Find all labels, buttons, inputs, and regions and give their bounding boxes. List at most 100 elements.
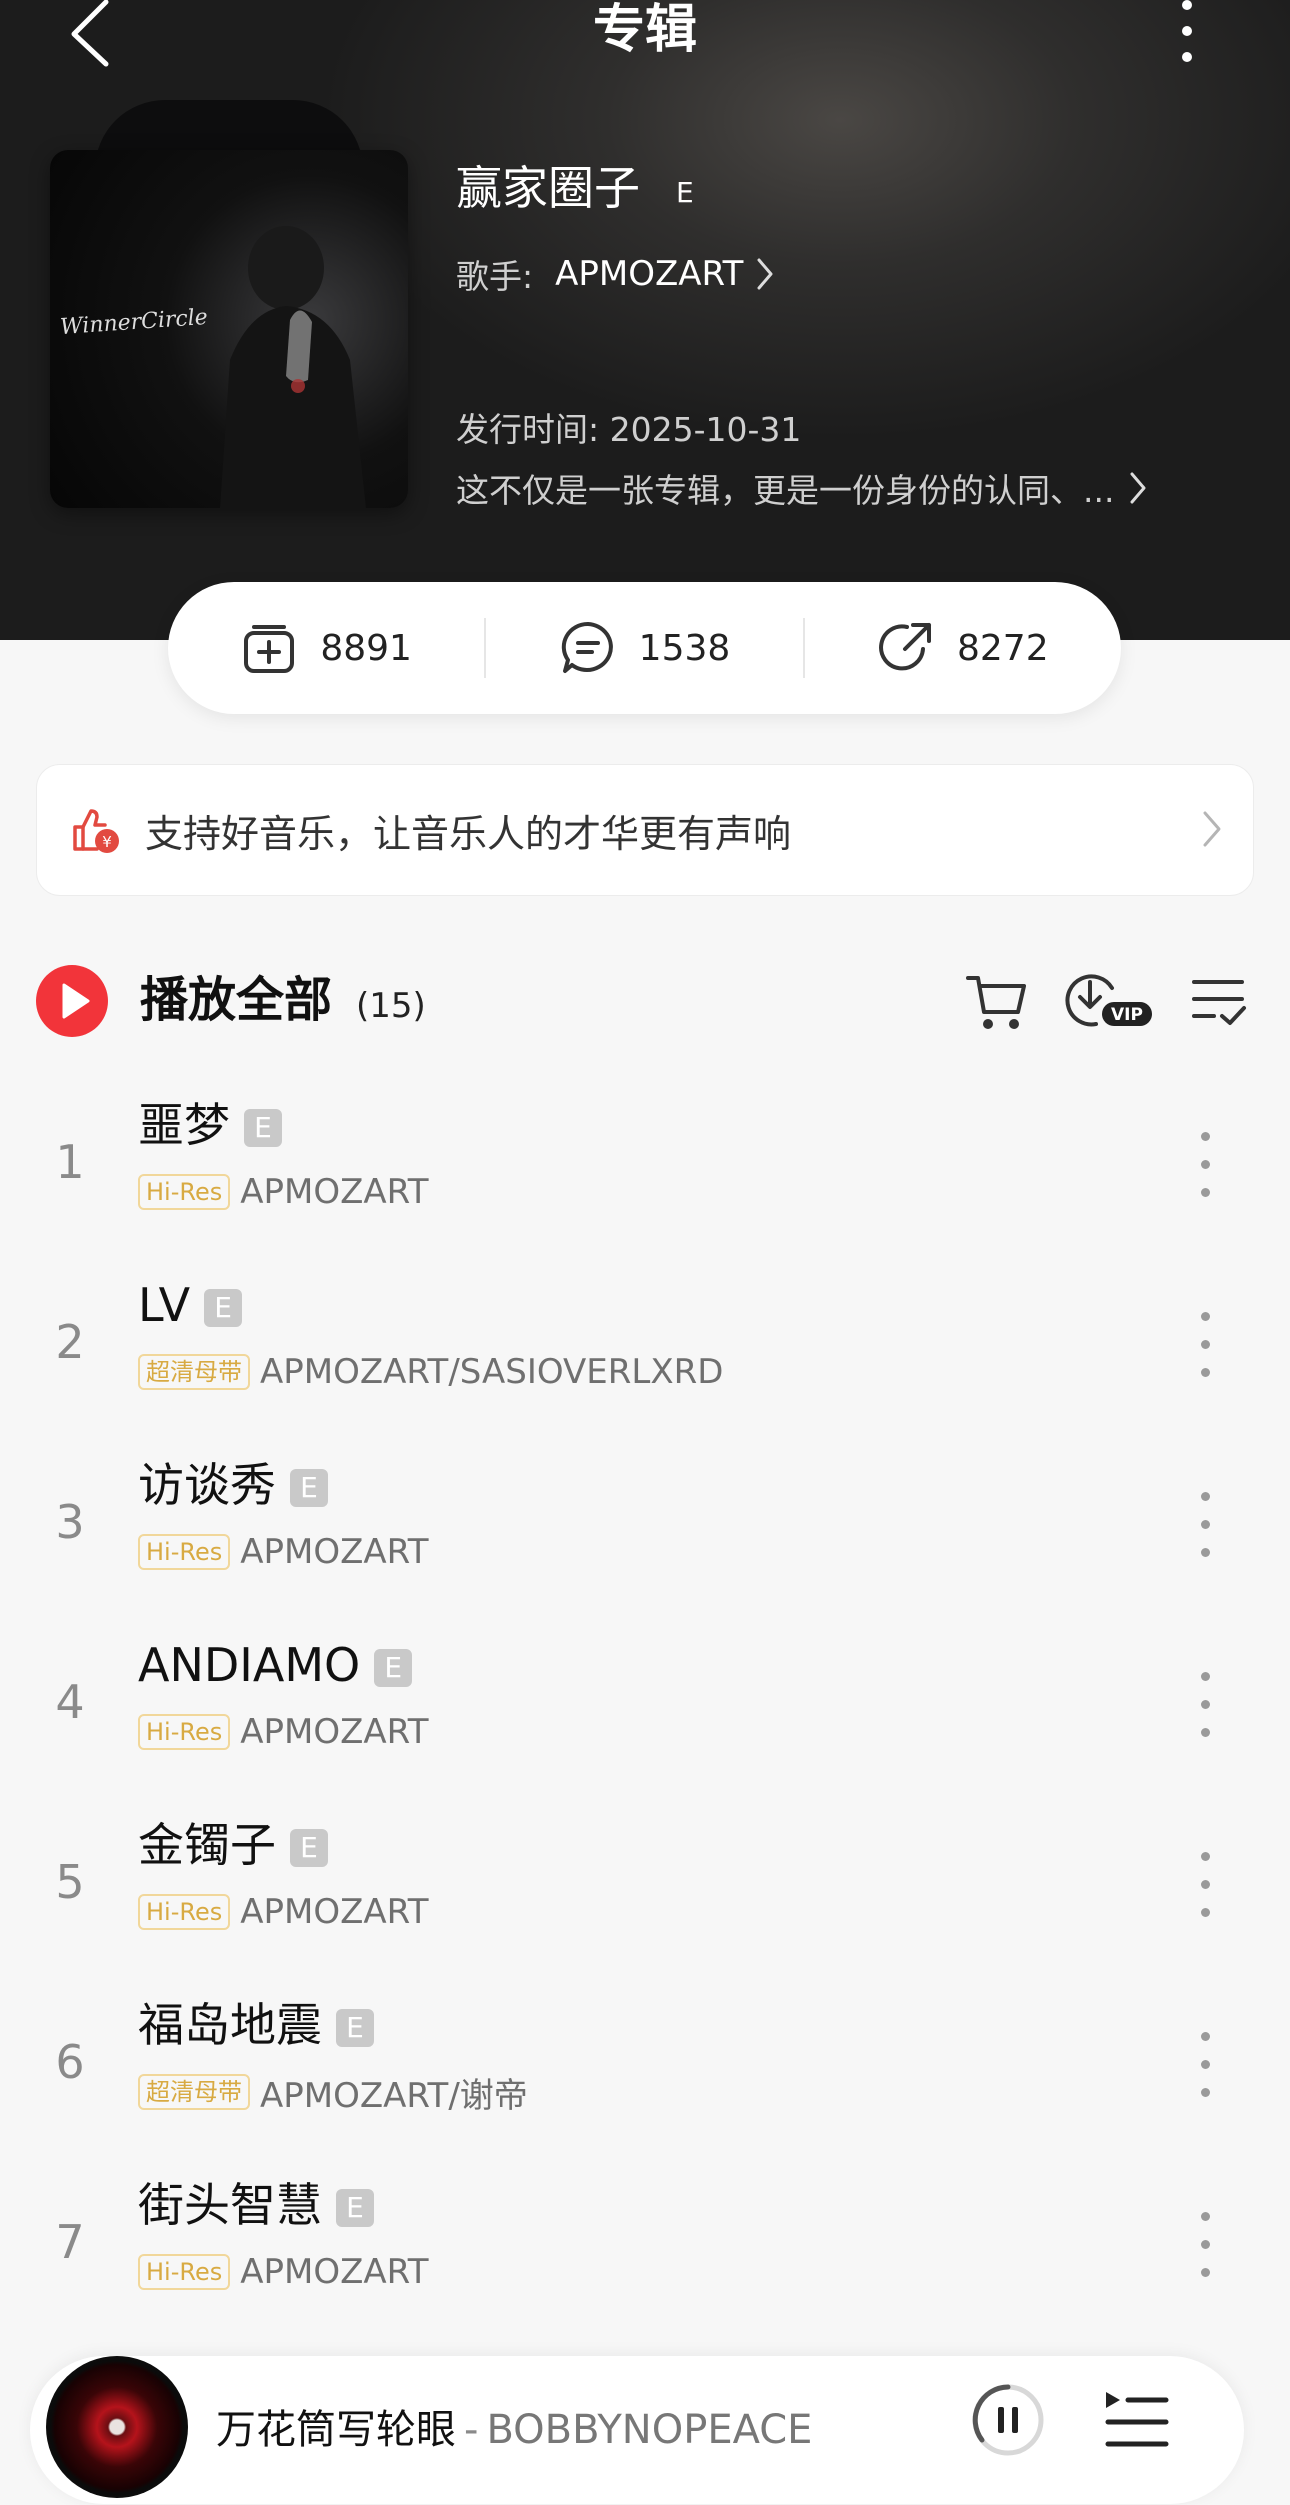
track-title: 噩梦 E [138,1096,282,1154]
track-more-button[interactable] [1186,1852,1226,1922]
track-artist: APMOZART/SASIOVERLXRD [260,1352,724,1392]
track-artist: APMOZART [240,1892,429,1932]
album-stats-bar: 8891 1538 8272 [168,582,1121,714]
artist-name: APMOZART [555,254,744,294]
track-count: (15) [356,986,426,1026]
quality-badge: Hi-Res [138,2254,231,2290]
cover-figure-illustration [220,226,366,508]
track-artist: APMOZART/谢帝 [260,2075,528,2116]
track-title-text: LV [138,1278,191,1332]
cover-image: WinnerCircle [50,150,408,508]
playlist-queue-button[interactable] [1102,2388,1172,2452]
svg-text:¥: ¥ [102,833,112,851]
now-playing-info[interactable]: 万花筒写轮眼 - BOBBYNOPEACE [216,2404,812,2456]
support-music-banner[interactable]: ¥ 支持好音乐，让音乐人的才华更有声响 [36,764,1254,896]
track-row[interactable]: 6 福岛地震 E 超清母带 APMOZART/谢帝 [0,1976,1290,2156]
now-playing-artwork[interactable] [46,2356,188,2498]
explicit-badge: E [336,2189,374,2227]
chevron-right-icon [1203,811,1221,847]
quality-badge: Hi-Res [138,1894,231,1930]
pause-button[interactable] [970,2382,1046,2458]
quality-badge: 超清母带 [138,2074,250,2110]
play-all-button[interactable] [36,965,108,1037]
track-artist: APMOZART [240,1712,429,1752]
share-icon [879,623,931,671]
track-meta: Hi-Res APMOZART [138,1892,429,1932]
download-button[interactable]: VIP [1064,968,1154,1034]
mini-player[interactable]: 万花筒写轮眼 - BOBBYNOPEACE [30,2356,1244,2504]
track-title: 街头智慧 E [138,2176,374,2234]
track-meta: 超清母带 APMOZART/谢帝 [138,2072,528,2116]
track-title: LV E [138,1276,243,1334]
track-meta: Hi-Res APMOZART [138,1172,429,1212]
comment-button[interactable]: 1538 [486,582,802,714]
track-row[interactable]: 2 LV E 超清母带 APMOZART/SASIOVERLXRD [0,1256,1290,1436]
artist-link[interactable]: 歌手: APMOZART [456,252,775,296]
multi-select-button[interactable] [1186,968,1252,1034]
track-number: 4 [55,1675,85,1729]
track-number: 3 [55,1495,85,1549]
collect-button[interactable]: 8891 [168,582,484,714]
track-more-button[interactable] [1186,2032,1226,2102]
chevron-right-icon [757,258,773,290]
comment-icon [561,621,613,673]
track-title-text: ANDIAMO [138,1638,361,1692]
download-vip-icon: VIP [1065,974,1152,1027]
explicit-badge: E [336,2009,374,2047]
track-meta: Hi-Res APMOZART [138,2252,429,2292]
release-date: 发行时间: 2025-10-31 [456,410,802,449]
banner-text: 支持好音乐，让音乐人的才华更有声响 [145,811,792,856]
page-title: 专辑 [592,0,697,60]
share-button[interactable]: 8272 [805,582,1121,714]
track-more-button[interactable] [1186,1492,1226,1562]
list-check-icon [1192,980,1246,1025]
album-title: 赢家圈子 [456,161,640,215]
now-playing-separator: - [464,2407,479,2453]
explicit-badge: E [290,1469,328,1507]
track-number: 7 [55,2215,85,2269]
track-row[interactable]: 5 金镯子 E Hi-Res APMOZART [0,1796,1290,1976]
pause-icon [972,2384,1044,2456]
cover-script-text: WinnerCircle [59,304,209,341]
play-all-label[interactable]: 播放全部 [140,968,332,1032]
track-title-text: 访谈秀 [138,1458,276,1512]
track-more-button[interactable] [1186,2212,1226,2282]
album-description[interactable]: 这不仅是一张专辑，更是一份身份的认同、... [456,466,1148,510]
collect-count: 8891 [320,627,412,669]
play-icon [62,983,90,1019]
quality-badge: Hi-Res [138,1714,231,1750]
track-row[interactable]: 7 街头智慧 E Hi-Res APMOZART [0,2156,1290,2336]
track-number: 1 [55,1135,85,1189]
track-title-text: 金镯子 [138,1818,276,1872]
purchase-button[interactable] [964,968,1030,1034]
track-more-button[interactable] [1186,1672,1226,1742]
track-artist: APMOZART [240,2252,429,2292]
track-more-button[interactable] [1186,1132,1226,1202]
explicit-badge: E [374,1649,413,1687]
thumbs-up-coin-icon: ¥ [73,809,119,853]
artist-prefix: 歌手: [456,257,534,296]
album-cover[interactable]: WinnerCircle [50,100,408,508]
track-more-button[interactable] [1186,1312,1226,1382]
share-count: 8272 [957,627,1049,669]
add-collection-icon [244,625,295,673]
track-row[interactable]: 1 噩梦 E Hi-Res APMOZART [0,1076,1290,1256]
description-text: 这不仅是一张专辑，更是一份身份的认同、... [456,471,1115,510]
track-number: 2 [55,1315,85,1369]
comment-count: 1538 [638,627,731,669]
explicit-mark: E [676,176,694,209]
now-playing-artist: BOBBYNOPEACE [486,2407,813,2453]
queue-icon [1105,2392,1169,2447]
track-number: 5 [55,1855,85,1909]
track-list-header: 播放全部 (15) VIP [36,960,1254,1044]
track-meta: Hi-Res APMOZART [138,1712,429,1752]
track-row[interactable]: 4 ANDIAMO E Hi-Res APMOZART [0,1616,1290,1796]
track-number: 6 [55,2035,85,2089]
quality-badge: Hi-Res [138,1534,231,1570]
vip-badge: VIP [1111,1005,1143,1025]
now-playing-song: 万花筒写轮眼 [216,2407,456,2453]
track-title-text: 街头智慧 [138,2178,322,2232]
more-options-button[interactable] [1160,0,1214,70]
album-header: 专辑 WinnerCircle 赢家圈子 E 歌手: APMOZART 发行时间… [0,0,1290,640]
track-row[interactable]: 3 访谈秀 E Hi-Res APMOZART [0,1436,1290,1616]
